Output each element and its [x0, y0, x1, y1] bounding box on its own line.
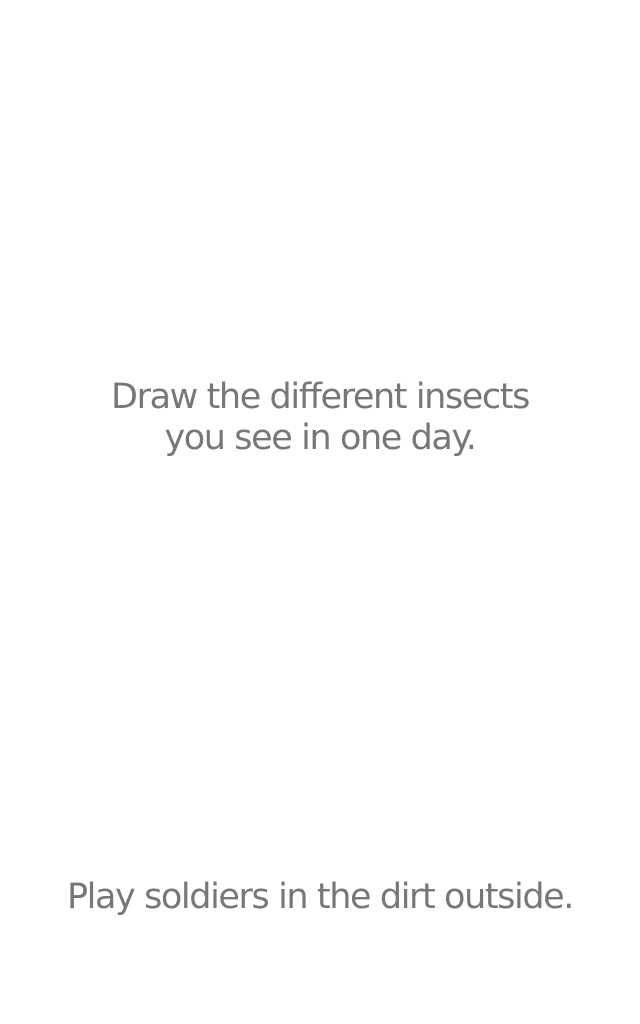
prompt-line: you see in one day.	[164, 418, 476, 458]
prompt-line: Play soldiers in the dirt outside.	[66, 877, 574, 917]
activity-screen: Draw the different insects you see in on…	[0, 0, 640, 1024]
activity-prompt-soldiers: Play soldiers in the dirt outside.	[0, 877, 640, 918]
prompt-line: Draw the different insects	[111, 377, 530, 417]
activity-prompt-insects: Draw the different insects you see in on…	[0, 377, 640, 459]
